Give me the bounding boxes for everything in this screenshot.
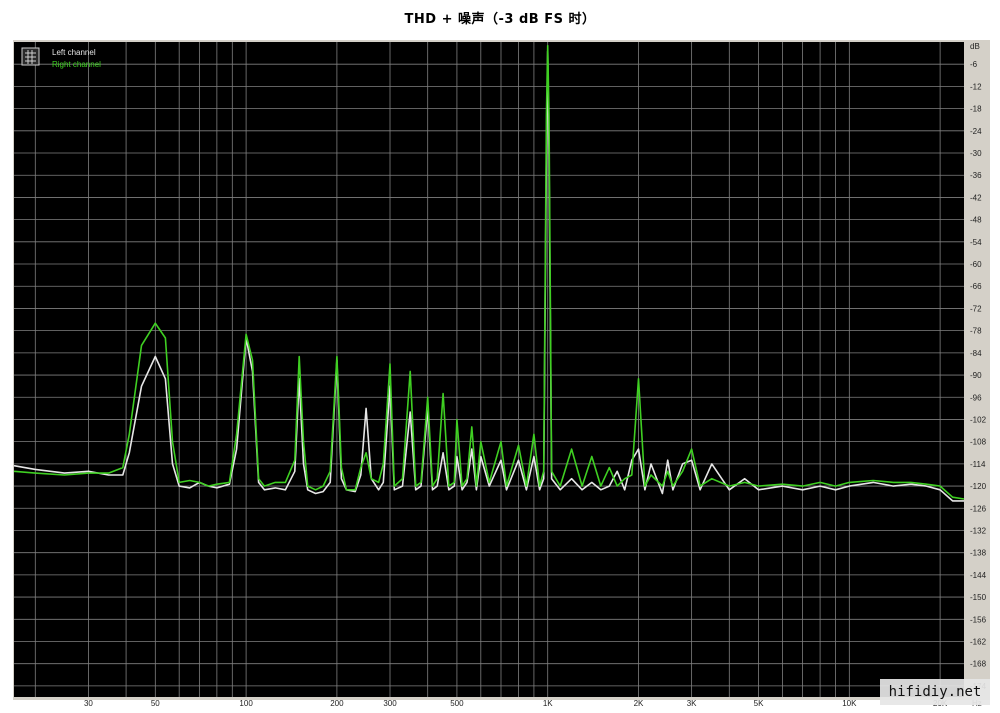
x-axis: 30501002003005001K2K3K5K10K20KHz: [84, 699, 982, 708]
y-tick-label: -12: [970, 82, 982, 91]
y-tick-label: -42: [970, 193, 982, 202]
thd-noise-chart: -6 -12 -18 -24 -30 -36 -42 -48 -54 -60 -66 -72 -78 -8…: [13, 42, 987, 708]
y-tick-label: -114: [970, 460, 986, 469]
legend-right-channel: Right channel: [52, 60, 101, 69]
x-tick-label: 100: [239, 699, 253, 708]
y-tick-label: -84: [970, 349, 982, 358]
y-tick-label: -78: [970, 327, 982, 336]
y-unit-label: dB: [970, 42, 980, 51]
legend-left-channel: Left channel: [52, 48, 96, 57]
y-tick-label: -132: [970, 526, 987, 535]
y-tick-label: -108: [970, 438, 987, 447]
y-tick-label: -96: [970, 393, 982, 402]
y-tick-label: -144: [970, 571, 987, 580]
x-tick-label: 50: [151, 699, 160, 708]
y-tick-label: -156: [970, 615, 987, 624]
y-tick-label: -120: [970, 482, 987, 491]
y-axis: -6 -12 -18 -24 -30 -36 -42 -48 -54 -60 -66 -72 -78 -8…: [970, 42, 987, 691]
y-tick-label: -54: [970, 238, 982, 247]
x-tick-label: 200: [330, 699, 344, 708]
x-tick-label: 10K: [842, 699, 857, 708]
y-tick-label: -150: [970, 593, 987, 602]
y-tick-label: -30: [970, 149, 982, 158]
y-tick-label: -60: [970, 260, 982, 269]
x-tick-label: 300: [383, 699, 397, 708]
plot-area: [14, 42, 964, 697]
y-tick-label: -168: [970, 660, 987, 669]
x-tick-label: 30: [84, 699, 93, 708]
y-tick-label: -66: [970, 282, 982, 291]
y-tick-label: -24: [970, 127, 982, 136]
y-tick-label: -36: [970, 171, 982, 180]
x-tick-label: 2K: [634, 699, 644, 708]
y-tick-label: -102: [970, 415, 987, 424]
y-tick-label: -18: [970, 105, 982, 114]
x-tick-label: 500: [450, 699, 464, 708]
x-tick-label: 1K: [543, 699, 553, 708]
y-tick-label: -162: [970, 637, 987, 646]
y-tick-label: -138: [970, 549, 987, 558]
y-tick-label: -6: [970, 60, 978, 69]
y-tick-label: -48: [970, 216, 982, 225]
watermark: hifidiy.net: [880, 679, 990, 705]
x-tick-label: 3K: [687, 699, 697, 708]
y-tick-label: -126: [970, 504, 987, 513]
y-tick-label: -72: [970, 304, 982, 313]
y-tick-label: -90: [970, 371, 982, 380]
x-tick-label: 5K: [754, 699, 764, 708]
